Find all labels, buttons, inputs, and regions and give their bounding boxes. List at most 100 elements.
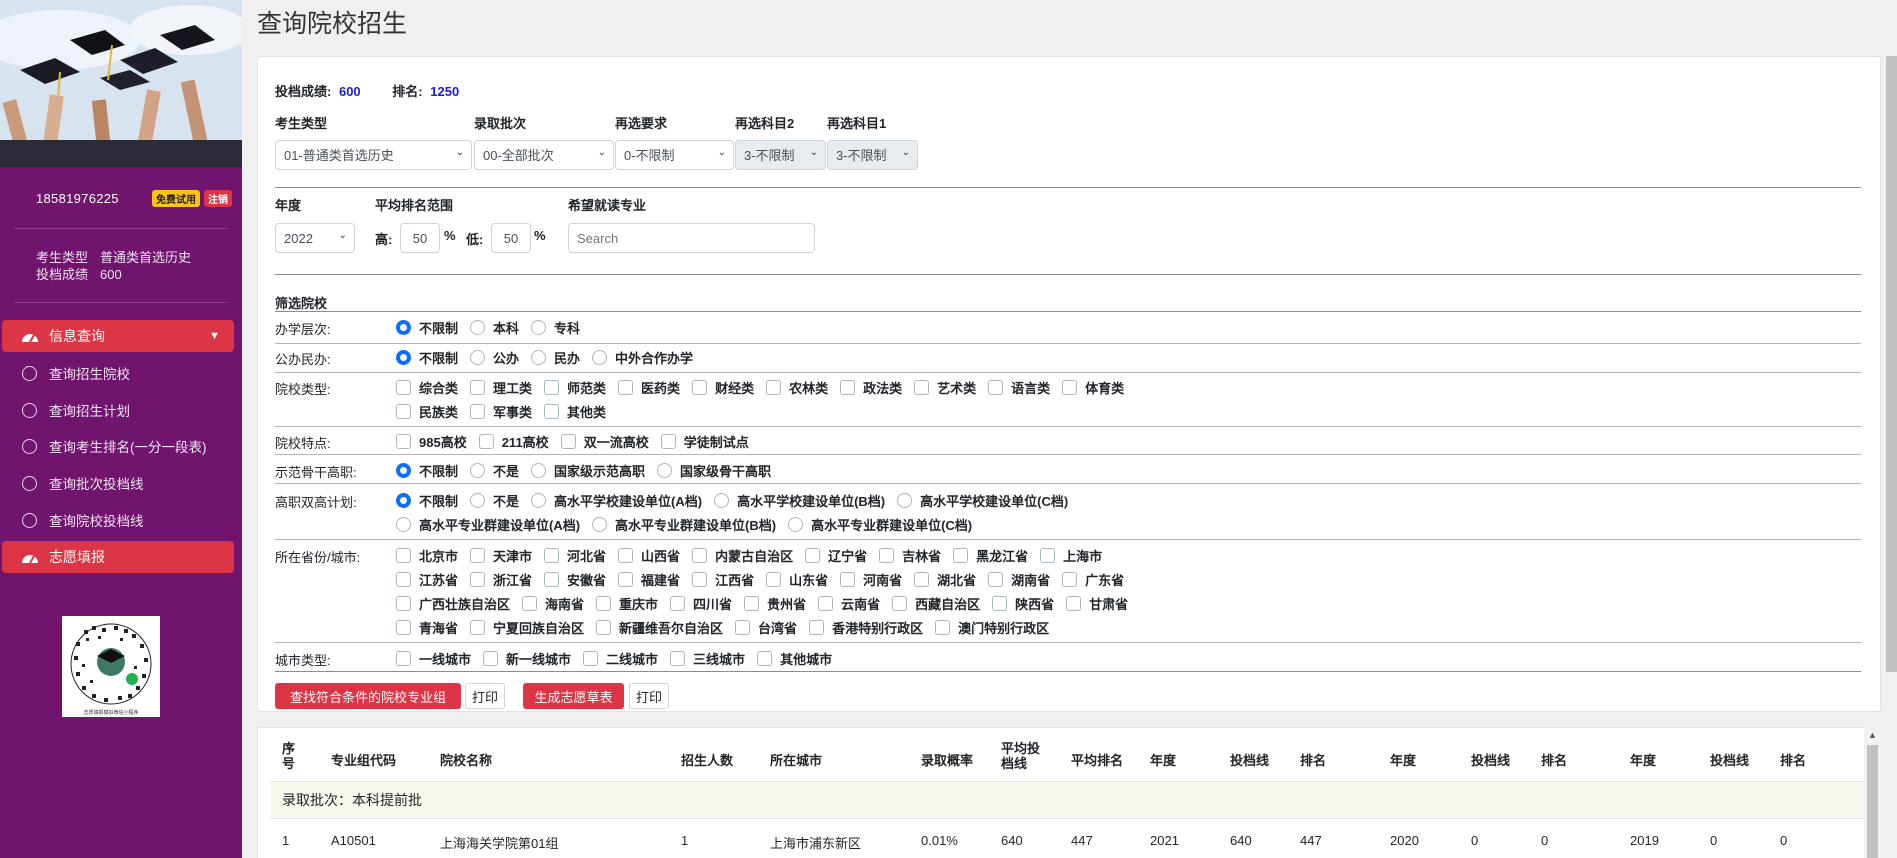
school-type-checkbox[interactable]: 农林类 <box>766 375 828 399</box>
province-checkbox[interactable]: 新疆维吾尔自治区 <box>596 615 723 639</box>
checkbox[interactable] <box>470 403 486 419</box>
school-type-checkbox[interactable]: 其他类 <box>544 399 606 423</box>
ownership-radio-joint[interactable]: 中外合作办学 <box>592 345 693 369</box>
radio-checked[interactable] <box>396 349 411 365</box>
checkbox[interactable] <box>560 433 576 449</box>
checkbox[interactable] <box>618 571 634 587</box>
checkbox[interactable] <box>892 595 908 611</box>
checkbox[interactable] <box>544 547 560 563</box>
ownership-radio-private[interactable]: 民办 <box>531 345 580 369</box>
province-checkbox[interactable]: 辽宁省 <box>805 543 867 567</box>
ownership-radio-public[interactable]: 公办 <box>470 345 519 369</box>
print-draft-button[interactable]: 打印 <box>629 683 669 709</box>
demo-radio[interactable]: 国家级示范高职 <box>531 458 645 482</box>
checkbox[interactable] <box>692 547 708 563</box>
school-type-checkbox[interactable]: 师范类 <box>544 375 606 399</box>
province-checkbox[interactable]: 重庆市 <box>596 591 658 615</box>
school-type-checkbox[interactable]: 民族类 <box>396 399 458 423</box>
double-high-radio[interactable]: 高水平学校建设单位(B档) <box>714 488 885 512</box>
province-checkbox[interactable]: 山东省 <box>766 567 828 591</box>
checkbox[interactable] <box>805 547 821 563</box>
province-checkbox[interactable]: 福建省 <box>618 567 680 591</box>
radio-checked[interactable] <box>396 462 411 478</box>
province-checkbox[interactable]: 内蒙古自治区 <box>692 543 793 567</box>
city-type-checkbox[interactable]: 一线城市 <box>396 646 471 670</box>
candidate-type-dropdown[interactable]: 01-普通类首选历史 <box>275 140 472 170</box>
nav-item-rank[interactable]: 查询考生排名(一分一段表) <box>22 434 207 458</box>
table-scrollbar[interactable]: ▲ <box>1864 727 1881 858</box>
province-checkbox[interactable]: 湖北省 <box>914 567 976 591</box>
checkbox[interactable] <box>879 547 895 563</box>
city-type-checkbox[interactable]: 新一线城市 <box>483 646 571 670</box>
province-checkbox[interactable]: 天津市 <box>470 543 532 567</box>
checkbox[interactable] <box>596 595 612 611</box>
feature-checkbox[interactable]: 985高校 <box>396 429 467 453</box>
checkbox[interactable] <box>544 379 560 395</box>
checkbox[interactable] <box>840 379 856 395</box>
double-high-radio[interactable]: 不是 <box>470 488 519 512</box>
radio[interactable] <box>470 349 486 365</box>
nav-volunteer[interactable]: 志愿填报 <box>2 541 234 573</box>
province-checkbox[interactable]: 贵州省 <box>744 591 806 615</box>
radio-checked[interactable] <box>396 319 411 335</box>
school-type-checkbox[interactable]: 医药类 <box>618 375 680 399</box>
province-checkbox[interactable]: 甘肃省 <box>1066 591 1128 615</box>
print-button[interactable]: 打印 <box>465 683 505 709</box>
feature-checkbox[interactable]: 211高校 <box>478 429 549 453</box>
cell-name[interactable]: 上海海关学院第01组 <box>440 833 558 852</box>
checkbox[interactable] <box>988 379 1004 395</box>
radio[interactable] <box>470 492 486 508</box>
radio[interactable] <box>531 319 547 335</box>
province-checkbox[interactable]: 上海市 <box>1040 543 1102 567</box>
province-checkbox[interactable]: 北京市 <box>396 543 458 567</box>
radio[interactable] <box>788 516 804 532</box>
batch-select[interactable]: 00-全部批次 ⌄ <box>474 140 614 170</box>
checkbox[interactable] <box>396 650 411 666</box>
checkbox[interactable] <box>396 403 411 419</box>
checkbox[interactable] <box>766 379 782 395</box>
search-schools-button[interactable]: 查找符合条件的院校专业组 <box>275 683 461 709</box>
logout-badge[interactable]: 注销 <box>204 190 232 207</box>
ownership-radio-unlimited[interactable]: 不限制 <box>396 345 458 369</box>
batch-dropdown[interactable]: 00-全部批次 <box>474 140 614 170</box>
year-dropdown[interactable]: 2022 <box>275 223 355 253</box>
province-checkbox[interactable]: 青海省 <box>396 615 458 639</box>
school-type-checkbox[interactable]: 政法类 <box>840 375 902 399</box>
checkbox[interactable] <box>396 595 411 611</box>
checkbox[interactable] <box>735 619 751 635</box>
province-checkbox[interactable]: 安徽省 <box>544 567 606 591</box>
province-checkbox[interactable]: 江西省 <box>692 567 754 591</box>
nav-item-batch-line[interactable]: 查询批次投档线 <box>22 471 144 495</box>
checkbox[interactable] <box>396 433 411 449</box>
checkbox[interactable] <box>396 379 411 395</box>
province-checkbox[interactable]: 江苏省 <box>396 567 458 591</box>
checkbox[interactable] <box>692 379 708 395</box>
double-high-radio[interactable]: 高水平学校建设单位(A档) <box>531 488 702 512</box>
checkbox[interactable] <box>583 650 599 666</box>
double-high-radio[interactable]: 不限制 <box>396 488 458 512</box>
double-high-radio[interactable]: 高水平学校建设单位(C档) <box>897 488 1068 512</box>
checkbox[interactable] <box>483 650 499 666</box>
school-type-checkbox[interactable]: 综合类 <box>396 375 458 399</box>
major-search-input[interactable] <box>568 223 815 253</box>
checkbox[interactable] <box>840 571 856 587</box>
province-checkbox[interactable]: 云南省 <box>818 591 880 615</box>
school-type-checkbox[interactable]: 语言类 <box>988 375 1050 399</box>
subject1-dropdown[interactable]: 3-不限制 <box>827 140 918 170</box>
radio[interactable] <box>714 492 730 508</box>
checkbox[interactable] <box>809 619 825 635</box>
school-type-checkbox[interactable]: 艺术类 <box>914 375 976 399</box>
province-checkbox[interactable]: 台湾省 <box>735 615 797 639</box>
province-checkbox[interactable]: 陕西省 <box>992 591 1054 615</box>
subject2-dropdown[interactable]: 3-不限制 <box>735 140 826 170</box>
reselect-req-dropdown[interactable]: 0-不限制 <box>615 140 734 170</box>
province-checkbox[interactable]: 四川省 <box>670 591 732 615</box>
radio[interactable] <box>396 516 411 532</box>
double-high-radio[interactable]: 高水平专业群建设单位(C档) <box>788 512 972 536</box>
province-checkbox[interactable]: 黑龙江省 <box>953 543 1028 567</box>
school-type-checkbox[interactable]: 体育类 <box>1062 375 1124 399</box>
radio[interactable] <box>531 462 547 478</box>
checkbox[interactable] <box>953 547 969 563</box>
checkbox[interactable] <box>1062 379 1078 395</box>
radio[interactable] <box>897 492 913 508</box>
